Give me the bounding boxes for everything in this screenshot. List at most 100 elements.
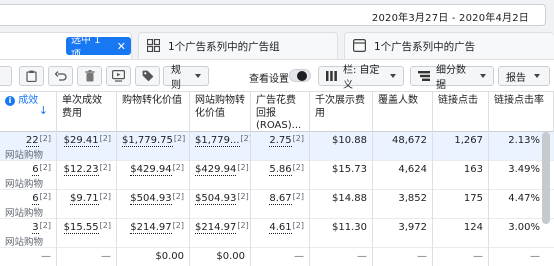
column-header-roas[interactable]: 广告花费回报 (ROAS)... (251, 92, 310, 132)
vertical-scrollbar[interactable] (542, 132, 550, 224)
cell-reach: 48,672 (373, 132, 433, 161)
cell-cost-per-result: — (57, 248, 117, 266)
cell-roas: 4.61[2] (251, 219, 310, 248)
breakdown-icon (418, 71, 430, 81)
cell-cpm: $14.88 (310, 190, 373, 219)
cell-conversion-value: $1,779.75[2] (117, 132, 190, 161)
tab-ads-label: 1个广告系列中的广告 (374, 40, 476, 53)
rules-label: 规则 (171, 65, 181, 91)
reports-dropdown[interactable]: 报告 (498, 66, 550, 86)
columns-label: 栏: 自定义 (343, 65, 380, 91)
cell-results: 6[2] 网站购物 (0, 190, 57, 219)
cell-conversion-value: $429.94[2] (117, 161, 190, 190)
cell-cpm: $15.73 (310, 161, 373, 190)
cell-roas: 2.75[2] (251, 132, 310, 161)
close-icon[interactable]: ✕ (117, 40, 126, 53)
breakdown-dropdown[interactable]: 细分数据 (410, 65, 494, 91)
cell-results: — (0, 248, 57, 266)
date-range-picker[interactable]: 2020年3月27日 - 2020年4月2日 (0, 4, 546, 26)
cell-reach: 3,852 (373, 190, 433, 219)
tab-ads[interactable]: 1个广告系列中的广告 (344, 32, 554, 59)
tab-campaigns[interactable]: 选中 1 项 ✕ (0, 32, 132, 61)
cell-cpm: — (310, 248, 373, 266)
preview-icon (112, 70, 125, 82)
cell-reach: 3,972 (373, 219, 433, 248)
create-button[interactable] (0, 66, 12, 86)
cell-results: 22[2] 网站购物 (0, 132, 57, 161)
tag-button[interactable] (135, 66, 160, 86)
level-tabs: 选中 1 项 ✕ 1个广告系列中的广告组 1个广告系列中的广告 (0, 32, 554, 61)
cell-link-clicks: 1,267 (433, 132, 489, 161)
column-header-website-conversion-value[interactable]: 网站购物转化价值 (190, 92, 251, 132)
toolbar: 规则 查看设置 栏: 自定义 细分数据 报告 (0, 59, 554, 92)
table-row[interactable]: 6[2] 网站购物 $9.71[2] $504.93[2] $504.93[2] … (0, 190, 554, 219)
toggle-knob (297, 71, 307, 81)
date-range-text[interactable]: 2020年3月27日 - 2020年4月2日 (372, 9, 529, 24)
grid-icon (147, 39, 161, 53)
column-header-results-label: 成效 (18, 95, 39, 106)
date-bar: 2020年3月27日 - 2020年4月2日 (0, 0, 554, 30)
campaign-table: i 成效 ↓ 单次成效费用 购物转化价值 网站购物转化价值 广告花费回报 (RO… (0, 92, 554, 266)
columns-dropdown[interactable]: 栏: 自定义 (318, 65, 404, 91)
cell-cost-per-result: $29.41[2] (57, 132, 117, 161)
selection-chip-label: 选中 1 项 (71, 35, 101, 61)
columns-icon (326, 71, 337, 81)
column-header-cost-per-result[interactable]: 单次成效费用 (57, 92, 117, 132)
column-header-label: 单次成效费用 (62, 95, 102, 119)
column-header-link-clicks[interactable]: 链接点击 (433, 92, 489, 132)
cell-website-conversion-value: $429.94[2] (190, 161, 251, 190)
tag-icon (142, 70, 154, 82)
column-header-label: 链接点击率 (494, 95, 544, 106)
breakdown-label: 细分数据 (436, 65, 466, 91)
cell-results: 3[2] 网站购物 (0, 219, 57, 248)
cell-website-conversion-value: $214.97[2] (190, 219, 251, 248)
view-setup-label: 查看设置 (249, 74, 289, 85)
cell-reach: 4,624 (373, 161, 433, 190)
cell-results: 6[2] 网站购物 (0, 161, 57, 190)
sort-down-icon[interactable]: ↓ (39, 104, 48, 118)
column-header-label: 购物转化价值 (122, 95, 182, 106)
column-header-reach[interactable]: 覆盖人数 (373, 92, 433, 132)
table-row[interactable]: 22[2] 网站购物 $29.41[2] $1,779.75[2] $1,779.… (0, 132, 554, 161)
cell-cpm: $10.88 (310, 132, 373, 161)
cell-link-clicks: 175 (433, 190, 489, 219)
cell-conversion-value: $0.00 (117, 248, 190, 266)
trash-icon (84, 70, 95, 82)
clipboard-icon (26, 70, 37, 82)
cell-cpm: $11.30 (310, 219, 373, 248)
tab-adsets-label: 1个广告系列中的广告组 (168, 40, 280, 53)
column-header-cpm[interactable]: 千次展示费用 (310, 92, 373, 132)
column-header-results[interactable]: i 成效 ↓ (0, 92, 57, 132)
table-row[interactable]: 3[2] 网站购物 $15.55[2] $214.97[2] $214.97[2]… (0, 219, 554, 248)
cell-roas: — (251, 248, 310, 266)
chevron-down-icon (195, 74, 201, 78)
cell-conversion-value: $504.93[2] (117, 190, 190, 219)
cell-reach: — (373, 248, 433, 266)
column-header-conversion-value[interactable]: 购物转化价值 (117, 92, 190, 132)
cell-cost-per-result: $9.71[2] (57, 190, 117, 219)
selection-chip[interactable]: 选中 1 项 ✕ (66, 35, 131, 61)
column-header-link-ctr[interactable]: 链接点击率 (489, 92, 554, 132)
cell-website-conversion-value: $504.93[2] (190, 190, 251, 219)
cell-link-clicks: — (433, 248, 489, 266)
undo-icon (54, 70, 67, 82)
undo-button[interactable] (48, 66, 73, 86)
cell-link-clicks: 124 (433, 219, 489, 248)
duplicate-button[interactable] (19, 66, 44, 86)
table-row[interactable]: — — $0.00 $0.00 — — — — — (0, 248, 554, 266)
info-icon: i (5, 96, 15, 106)
column-header-label: 广告花费回报 (ROAS)... (256, 95, 302, 131)
chevron-down-icon (480, 74, 486, 78)
tab-adsets[interactable]: 1个广告系列中的广告组 (138, 32, 338, 59)
delete-button[interactable] (77, 66, 102, 86)
column-header-label: 网站购物转化价值 (195, 95, 245, 119)
view-setup-toggle[interactable] (289, 69, 311, 82)
preview-button[interactable] (106, 66, 131, 86)
table-row[interactable]: 6[2] 网站购物 $12.23[2] $429.94[2] $429.94[2]… (0, 161, 554, 190)
cell-roas: 8.67[2] (251, 190, 310, 219)
rules-dropdown[interactable]: 规则 (163, 65, 209, 91)
cell-link-ctr: — (530, 251, 540, 262)
cell-conversion-value: $214.97[2] (117, 219, 190, 248)
column-header-label: 链接点击 (438, 95, 478, 106)
reports-label: 报告 (506, 72, 526, 84)
